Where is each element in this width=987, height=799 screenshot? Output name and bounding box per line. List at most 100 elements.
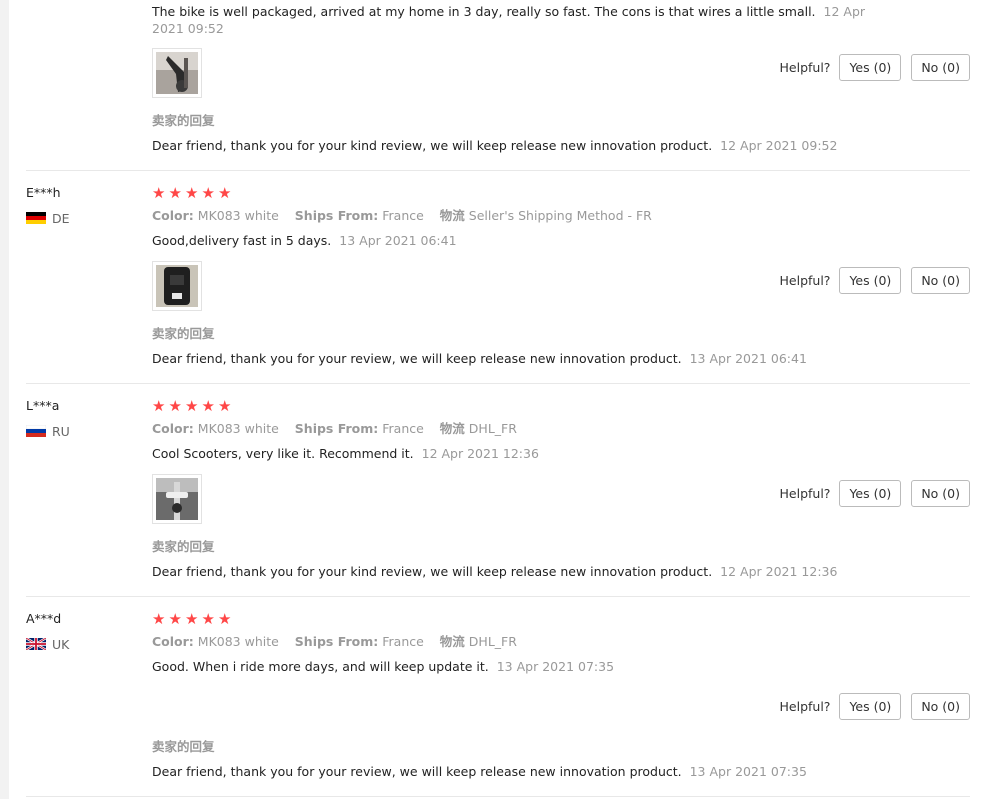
star-icon: ★ bbox=[185, 610, 199, 628]
scooter-display-photo-icon bbox=[156, 265, 198, 307]
star-icon: ★ bbox=[201, 397, 215, 415]
review-attributes: Color: MK083 white Ships From: France 物流… bbox=[152, 208, 970, 224]
logistics-key: 物流 bbox=[439, 634, 465, 649]
star-icon: ★ bbox=[201, 184, 215, 202]
review-item: L***a RU ★ ★ ★ ★ ★ Color: MK083 white Sh… bbox=[26, 398, 970, 596]
helpful-label: Helpful? bbox=[779, 486, 831, 501]
helpful-votes: Helpful? Yes (0) No (0) bbox=[780, 267, 970, 294]
reviewer-country-code: RU bbox=[52, 423, 70, 439]
logistics-value: Seller's Shipping Method - FR bbox=[468, 208, 652, 223]
star-icon: ★ bbox=[218, 184, 232, 202]
ru-flag-icon bbox=[26, 425, 46, 437]
helpful-label: Helpful? bbox=[779, 273, 831, 288]
seller-reply-text: Dear friend, thank you for your kind rev… bbox=[152, 138, 713, 153]
ships-from-key: Ships From: bbox=[294, 208, 379, 223]
ships-from-value: France bbox=[382, 634, 424, 649]
color-value: MK083 white bbox=[197, 208, 279, 223]
review-divider bbox=[26, 596, 970, 597]
reviewer-name: E***h bbox=[26, 185, 61, 200]
star-icon: ★ bbox=[152, 610, 166, 628]
reviewer-country-code: DE bbox=[52, 210, 70, 226]
ships-from-key: Ships From: bbox=[294, 634, 379, 649]
review-text-content: The bike is well packaged, arrived at my… bbox=[152, 4, 816, 19]
review-photo-thumbnail[interactable] bbox=[152, 48, 202, 98]
star-icon: ★ bbox=[168, 397, 182, 415]
review-divider bbox=[26, 170, 970, 171]
helpful-yes-button[interactable]: Yes (0) bbox=[839, 693, 902, 720]
reviewer-country: UK bbox=[26, 636, 136, 652]
ships-from-key: Ships From: bbox=[294, 421, 379, 436]
seller-reply-title: 卖家的回复 bbox=[152, 739, 215, 754]
helpful-no-button[interactable]: No (0) bbox=[911, 480, 970, 507]
review-attributes: Color: MK083 white Ships From: France 物流… bbox=[152, 634, 970, 650]
seller-reply-text: Dear friend, thank you for your kind rev… bbox=[152, 564, 713, 579]
review-time: 12 Apr 2021 12:36 bbox=[421, 446, 539, 461]
review-body: ★ ★ ★ ★ ★ Color: MK083 white Ships From:… bbox=[152, 185, 970, 366]
helpful-yes-button[interactable]: Yes (0) bbox=[839, 54, 902, 81]
helpful-no-button[interactable]: No (0) bbox=[911, 267, 970, 294]
star-icon: ★ bbox=[218, 397, 232, 415]
seller-reply: Dear friend, thank you for your kind rev… bbox=[152, 563, 837, 580]
logistics-value: DHL_FR bbox=[468, 634, 517, 649]
review-body: ★ ★ ★ ★ ★ Color: MK083 white Ships From:… bbox=[152, 398, 970, 579]
ships-from-value: France bbox=[382, 208, 424, 223]
seller-reply: Dear friend, thank you for your kind rev… bbox=[152, 137, 837, 154]
star-icon: ★ bbox=[218, 610, 232, 628]
star-rating: ★ ★ ★ ★ ★ bbox=[152, 611, 970, 627]
seller-reply: Dear friend, thank you for your review, … bbox=[152, 350, 807, 367]
seller-reply-title: 卖家的回复 bbox=[152, 326, 215, 341]
seller-reply-time: 12 Apr 2021 12:36 bbox=[720, 564, 838, 579]
reviewer-name: A***d bbox=[26, 611, 62, 626]
review-item: The bike is well packaged, arrived at my… bbox=[26, 0, 970, 170]
helpful-yes-button[interactable]: Yes (0) bbox=[839, 267, 902, 294]
star-rating: ★ ★ ★ ★ ★ bbox=[152, 185, 970, 201]
star-icon: ★ bbox=[152, 397, 166, 415]
helpful-yes-button[interactable]: Yes (0) bbox=[839, 480, 902, 507]
seller-reply: Dear friend, thank you for your review, … bbox=[152, 763, 807, 780]
ships-from-value: France bbox=[382, 421, 424, 436]
color-key: Color: bbox=[152, 208, 194, 223]
reviewer: A***d UK bbox=[26, 611, 136, 652]
reviewer-country-code: UK bbox=[52, 636, 70, 652]
helpful-label: Helpful? bbox=[779, 699, 831, 714]
helpful-no-button[interactable]: No (0) bbox=[911, 693, 970, 720]
star-icon: ★ bbox=[185, 184, 199, 202]
review-time: 13 Apr 2021 06:41 bbox=[339, 233, 457, 248]
star-icon: ★ bbox=[152, 184, 166, 202]
review-photo-thumbnail[interactable] bbox=[152, 261, 202, 311]
scooter-handlebar-photo-icon bbox=[156, 478, 198, 520]
star-icon: ★ bbox=[201, 610, 215, 628]
review-attributes: Color: MK083 white Ships From: France 物流… bbox=[152, 421, 970, 437]
reviewer-name: L***a bbox=[26, 398, 60, 413]
helpful-votes: Helpful? Yes (0) No (0) bbox=[780, 693, 970, 720]
review-text-content: Cool Scooters, very like it. Recommend i… bbox=[152, 446, 414, 461]
seller-reply-time: 13 Apr 2021 06:41 bbox=[689, 351, 807, 366]
color-value: MK083 white bbox=[197, 634, 279, 649]
star-icon: ★ bbox=[168, 610, 182, 628]
helpful-votes: Helpful? Yes (0) No (0) bbox=[780, 480, 970, 507]
logistics-key: 物流 bbox=[439, 421, 465, 436]
review-divider bbox=[26, 796, 970, 797]
review-photo-thumbnail[interactable] bbox=[152, 474, 202, 524]
reviewer-country: DE bbox=[26, 210, 136, 226]
seller-reply-text: Dear friend, thank you for your review, … bbox=[152, 764, 682, 779]
reviewer: L***a RU bbox=[26, 398, 136, 439]
de-flag-icon bbox=[26, 212, 46, 224]
seller-reply-text: Dear friend, thank you for your review, … bbox=[152, 351, 682, 366]
review-body: ★ ★ ★ ★ ★ Color: MK083 white Ships From:… bbox=[152, 611, 970, 779]
color-key: Color: bbox=[152, 634, 194, 649]
seller-reply-title: 卖家的回复 bbox=[152, 539, 215, 554]
scooter-photo-icon bbox=[156, 52, 198, 94]
review-text-content: Good. When i ride more days, and will ke… bbox=[152, 659, 489, 674]
helpful-no-button[interactable]: No (0) bbox=[911, 54, 970, 81]
star-icon: ★ bbox=[168, 184, 182, 202]
page-left-rule bbox=[0, 0, 9, 799]
review-text: Good,delivery fast in 5 days. 13 Apr 202… bbox=[152, 232, 970, 249]
logistics-key: 物流 bbox=[439, 208, 465, 223]
star-icon: ★ bbox=[185, 397, 199, 415]
review-time: 13 Apr 2021 07:35 bbox=[496, 659, 615, 674]
star-rating: ★ ★ ★ ★ ★ bbox=[152, 398, 970, 414]
review-photo bbox=[156, 52, 198, 94]
helpful-label: Helpful? bbox=[779, 60, 831, 75]
seller-reply-time: 13 Apr 2021 07:35 bbox=[689, 764, 807, 779]
